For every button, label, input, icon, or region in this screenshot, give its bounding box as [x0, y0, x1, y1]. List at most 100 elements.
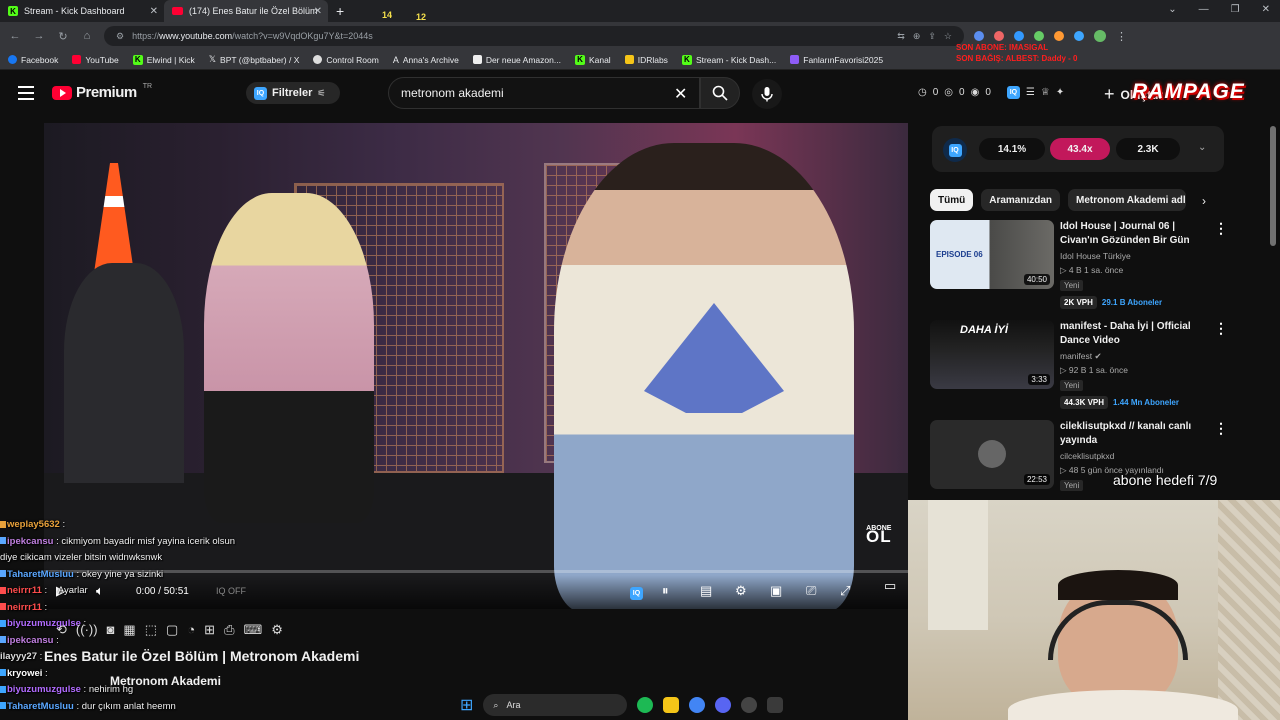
chevron-down-icon[interactable]: ⌄ — [1198, 142, 1206, 153]
close-window-icon[interactable]: ✕ — [1262, 4, 1270, 15]
extension-icon[interactable] — [994, 31, 1004, 41]
zoom-icon[interactable]: ⊕ — [913, 31, 921, 42]
bookmark-facebook[interactable]: Facebook — [8, 55, 58, 65]
bookmark-bpt[interactable]: 𝕏 BPT (@bptbaber) / X — [209, 54, 300, 65]
subtitles-icon[interactable]: ▤ — [700, 583, 712, 599]
theater-icon[interactable]: ▭ — [884, 578, 896, 594]
emote-count: 14 — [382, 10, 393, 20]
bookmark-annas-archive[interactable]: A Anna's Archive — [393, 55, 459, 65]
chrome-icon[interactable] — [689, 697, 706, 713]
crop-icon[interactable]: ⬚ — [145, 622, 157, 638]
translate-icon[interactable]: ⇆ — [897, 31, 905, 42]
tab-youtube-video[interactable]: (174) Enes Batur ile Özel Bölüm ✕ — [164, 0, 328, 22]
bookmark-idrlabs[interactable]: IDRlabs — [624, 55, 668, 65]
chat-message: : dur çıkım anlat heemn — [76, 700, 176, 712]
taskbar-search[interactable]: ⌕ Ara — [483, 694, 628, 716]
extension-icon[interactable] — [1014, 31, 1024, 41]
bookmark-fanlarin-favorisi[interactable]: FanlarınFavorisi2025 — [790, 55, 883, 65]
bookmark-kanal[interactable]: K Kanal — [574, 54, 611, 65]
channel-name[interactable]: Metronom Akademi — [110, 674, 221, 688]
more-options-icon[interactable]: ⋮ — [1214, 320, 1228, 337]
pause-icon[interactable]: ⏸︎ — [662, 583, 669, 599]
menu-icon[interactable] — [18, 86, 34, 100]
camera-record-icon[interactable]: ◙ — [107, 622, 115, 638]
bookmark-youtube[interactable]: YouTube — [72, 55, 119, 65]
voice-search-button[interactable] — [752, 79, 782, 109]
search-button[interactable] — [700, 77, 740, 109]
frame-icon[interactable]: ▢ — [166, 622, 178, 638]
video-thumbnail: 22:53 — [930, 420, 1054, 489]
discord-icon[interactable] — [715, 697, 732, 713]
forward-icon[interactable]: → — [32, 30, 46, 42]
list-icon[interactable]: ☰ — [1026, 87, 1035, 98]
filters-button[interactable]: IQ Filtreler ⚟ — [246, 82, 340, 104]
trophy-icon[interactable]: ♕ — [1041, 87, 1050, 98]
bookmark-star-icon[interactable]: ☆ — [944, 31, 952, 42]
screenshot-icon[interactable]: ⎙ — [224, 622, 234, 638]
eye-icon: ◎ — [944, 87, 954, 98]
file-explorer-icon[interactable] — [663, 697, 680, 713]
new-tab-button[interactable]: + — [336, 3, 344, 19]
close-tab-icon[interactable]: ✕ — [314, 6, 322, 17]
speed-icon[interactable]: ◔ — [187, 622, 195, 638]
miniplayer-icon[interactable]: ▣ — [770, 583, 782, 599]
youtube-icon — [172, 7, 183, 15]
search-input[interactable]: metronom akademi — [388, 77, 700, 109]
fullscreen-icon[interactable]: ⤢ — [840, 583, 850, 599]
extension-icon[interactable] — [974, 31, 984, 41]
youtube-premium-logo[interactable]: Premium TR — [52, 83, 152, 101]
chat-user: neirrr11 — [7, 601, 42, 613]
tab-search-icon[interactable]: ⌄ — [1168, 4, 1176, 15]
home-icon[interactable]: ⌂ — [80, 30, 94, 42]
add-frame-icon[interactable]: ⊞ — [204, 622, 215, 638]
bookmark-kick-dashboard[interactable]: K Stream - Kick Dash... — [681, 54, 776, 65]
clear-search-icon[interactable]: ✕ — [674, 84, 687, 104]
close-tab-icon[interactable]: ✕ — [150, 6, 158, 17]
recommended-video[interactable]: EPISODE 06 40:50 Idol House | Journal 06… — [930, 220, 1260, 310]
bookmark-elwind[interactable]: K Elwind | Kick — [132, 54, 195, 65]
extension-icon[interactable] — [1034, 31, 1044, 41]
duration-badge: 3:33 — [1028, 374, 1050, 385]
chevron-right-icon[interactable]: › — [1202, 194, 1206, 208]
sparkle-icon[interactable]: ✦ — [1056, 87, 1064, 98]
keyboard-icon[interactable]: ⌨ — [243, 622, 262, 638]
audio-icon[interactable]: ((·)) — [76, 622, 98, 638]
chip-channel[interactable]: Metronom Akademi adlı — [1068, 189, 1187, 211]
loop-icon[interactable]: ⟲ — [56, 622, 67, 638]
reload-icon[interactable]: ↻ — [56, 30, 70, 43]
profile-avatar[interactable] — [1094, 30, 1106, 42]
puzzle-icon[interactable] — [1074, 31, 1084, 41]
settings-gear-icon[interactable]: ⚙ — [271, 622, 283, 638]
iq-player-icon[interactable]: IQ — [630, 583, 643, 600]
obs-icon[interactable] — [741, 697, 758, 713]
extension-icon[interactable] — [1054, 31, 1064, 41]
site-info-icon[interactable]: ⚙ — [116, 31, 124, 42]
verified-icon: ✔ — [1094, 351, 1102, 361]
url-field[interactable]: ⚙ https://www.youtube.com/watch?v=w9VqdO… — [104, 26, 964, 46]
maximize-icon[interactable]: ❐ — [1231, 4, 1240, 15]
kick-icon: K — [681, 54, 692, 65]
layout-icon[interactable]: ▦ — [123, 622, 135, 638]
back-icon[interactable]: ← — [8, 30, 22, 42]
spotify-icon[interactable] — [637, 697, 654, 713]
windows-start-icon[interactable]: ⊞ — [460, 695, 473, 715]
recommended-video[interactable]: DAHA İYİ 3:33 manifest - Daha İyi | Offi… — [930, 320, 1260, 410]
share-icon[interactable]: ⇪ — [928, 31, 936, 42]
streamer-shirt — [1008, 690, 1238, 720]
settings-gear-icon[interactable]: ⚙ — [735, 583, 747, 599]
more-options-icon[interactable]: ⋮ — [1214, 220, 1228, 237]
bookmark-amazon[interactable]: Der neue Amazon... — [472, 55, 561, 65]
iq-icon[interactable]: IQ — [1006, 86, 1020, 99]
chip-from-search[interactable]: Aramanızdan — [981, 189, 1061, 211]
more-options-icon[interactable]: ⋮ — [1214, 420, 1228, 437]
cast-icon[interactable]: ⎚ — [806, 583, 816, 599]
menu-dots-icon[interactable]: ⋮ — [1116, 30, 1127, 43]
scrollbar[interactable] — [1270, 126, 1276, 246]
minimize-icon[interactable]: — — [1199, 4, 1209, 15]
bookmark-control-room[interactable]: Control Room — [313, 55, 379, 65]
chip-all[interactable]: Tümü — [930, 189, 974, 211]
chat-message: diye cikicam vizeler bitsin widnwksnwk — [0, 552, 163, 563]
settings-app-icon[interactable] — [767, 697, 784, 713]
emote-count: 12 — [416, 12, 427, 22]
tab-kick-dashboard[interactable]: K Stream - Kick Dashboard ✕ — [0, 0, 164, 22]
